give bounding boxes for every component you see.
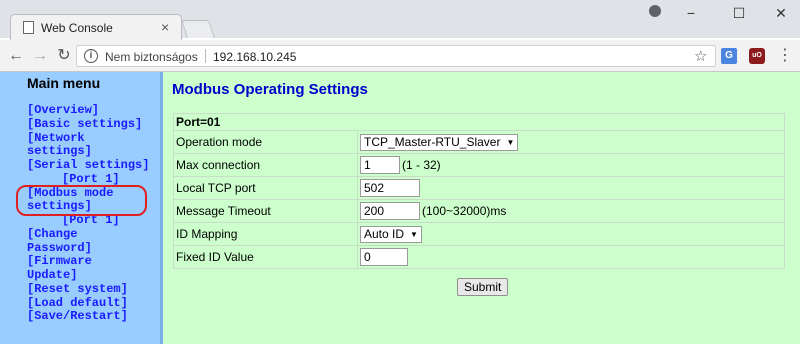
table-row: Max connection 1 (1 - 32) (173, 153, 785, 177)
fixed-id-value-input[interactable]: 0 (360, 248, 408, 266)
submit-button[interactable]: Submit (457, 278, 509, 296)
table-row: ID Mapping Auto ID ▼ (173, 222, 785, 246)
message-timeout-hint: (100~32000)ms (422, 204, 507, 218)
tab-title: Web Console (41, 21, 113, 35)
table-row: Local TCP port 502 (173, 176, 785, 200)
port-header: Port=01 (173, 113, 785, 131)
tab-web-console[interactable]: Web Console × (10, 14, 182, 40)
chevron-down-icon: ▼ (506, 137, 515, 147)
menu-link-overview[interactable]: [Overview] (27, 103, 99, 118)
translate-extension-icon[interactable]: G (721, 48, 737, 64)
menu-link-basic-settings[interactable]: [Basic settings] (27, 117, 142, 132)
chevron-down-icon: ▼ (410, 229, 418, 239)
info-icon[interactable]: i (84, 49, 98, 63)
table-row: Fixed ID Value 0 (173, 245, 785, 269)
menu-link-change-password[interactable]: [Change (27, 227, 77, 242)
max-connection-input[interactable]: 1 (360, 156, 400, 174)
menu-link-firmware-update-cont[interactable]: Update] (27, 268, 77, 283)
browser-menu-icon[interactable]: ⋮ (777, 46, 793, 66)
reload-icon[interactable]: ↻ (54, 46, 74, 66)
url-text[interactable]: 192.168.10.245 (213, 50, 296, 64)
maximize-icon[interactable]: ☐ (724, 4, 754, 24)
back-icon[interactable]: ← (6, 46, 26, 66)
max-connection-hint: (1 - 32) (402, 158, 441, 172)
id-mapping-cell: Auto ID ▼ (357, 222, 785, 246)
fixed-id-value-cell: 0 (357, 245, 785, 269)
message-timeout-cell: 200 (100~32000)ms (357, 199, 785, 223)
forward-icon[interactable]: → (30, 46, 50, 66)
menu-link-firmware-update[interactable]: [Firmware (27, 254, 92, 269)
close-window-icon[interactable]: ✕ (766, 4, 796, 24)
local-tcp-port-label: Local TCP port (173, 176, 358, 200)
settings-table: Port=01 Operation mode TCP_Master-RTU_Sl… (173, 113, 785, 269)
highlight-annotation (16, 185, 147, 216)
table-row: Message Timeout 200 (100~32000)ms (173, 199, 785, 223)
menu-title: Main menu (27, 75, 101, 91)
id-mapping-label: ID Mapping (173, 222, 358, 246)
browser-tabstrip: Web Console × − ☐ ✕ (0, 0, 800, 40)
menu-link-network-settings-cont[interactable]: settings] (27, 144, 92, 159)
local-tcp-port-cell: 502 (357, 176, 785, 200)
page-title: Modbus Operating Settings (172, 81, 368, 98)
ublock-extension-icon[interactable]: uO (749, 48, 765, 64)
fixed-id-value-label: Fixed ID Value (173, 245, 358, 269)
address-toolbar: ← → ↻ i Nem biztonságos 192.168.10.245 ☆… (0, 40, 800, 72)
menu-link-serial-settings[interactable]: [Serial settings] (27, 158, 149, 173)
message-timeout-label: Message Timeout (173, 199, 358, 223)
bookmark-star-icon[interactable]: ☆ (694, 47, 707, 65)
max-connection-cell: 1 (1 - 32) (357, 153, 785, 177)
main-panel: Modbus Operating Settings Port=01 Operat… (163, 72, 800, 344)
table-row: Operation mode TCP_Master-RTU_Slaver ▼ (173, 130, 785, 154)
security-label[interactable]: Nem biztonságos (105, 50, 198, 64)
local-tcp-port-input[interactable]: 502 (360, 179, 420, 197)
new-tab-button[interactable] (181, 20, 215, 38)
menu-link-modbus-port-1[interactable]: [Port 1] (62, 213, 120, 228)
page-icon (23, 21, 34, 34)
omnibox-divider (205, 49, 206, 63)
address-bar[interactable]: i Nem biztonságos 192.168.10.245 ☆ (76, 45, 716, 67)
operation-mode-label: Operation mode (173, 130, 358, 154)
operation-mode-select[interactable]: TCP_Master-RTU_Slaver ▼ (360, 133, 519, 151)
id-mapping-value: Auto ID (364, 226, 405, 241)
operation-mode-cell: TCP_Master-RTU_Slaver ▼ (357, 130, 785, 154)
sidebar: Main menu [Overview] [Basic settings] [N… (0, 72, 163, 344)
menu-link-reset-system[interactable]: [Reset system] (27, 282, 128, 297)
menu-link-save-restart[interactable]: [Save/Restart] (27, 309, 128, 324)
profile-icon[interactable] (649, 5, 661, 17)
table-row: Port=01 (173, 113, 785, 131)
id-mapping-select[interactable]: Auto ID ▼ (360, 225, 422, 243)
max-connection-label: Max connection (173, 153, 358, 177)
page-content: Main menu [Overview] [Basic settings] [N… (0, 72, 800, 344)
operation-mode-value: TCP_Master-RTU_Slaver (364, 134, 501, 149)
minimize-icon[interactable]: − (676, 4, 706, 24)
message-timeout-input[interactable]: 200 (360, 202, 420, 220)
tab-close-icon[interactable]: × (161, 19, 169, 35)
